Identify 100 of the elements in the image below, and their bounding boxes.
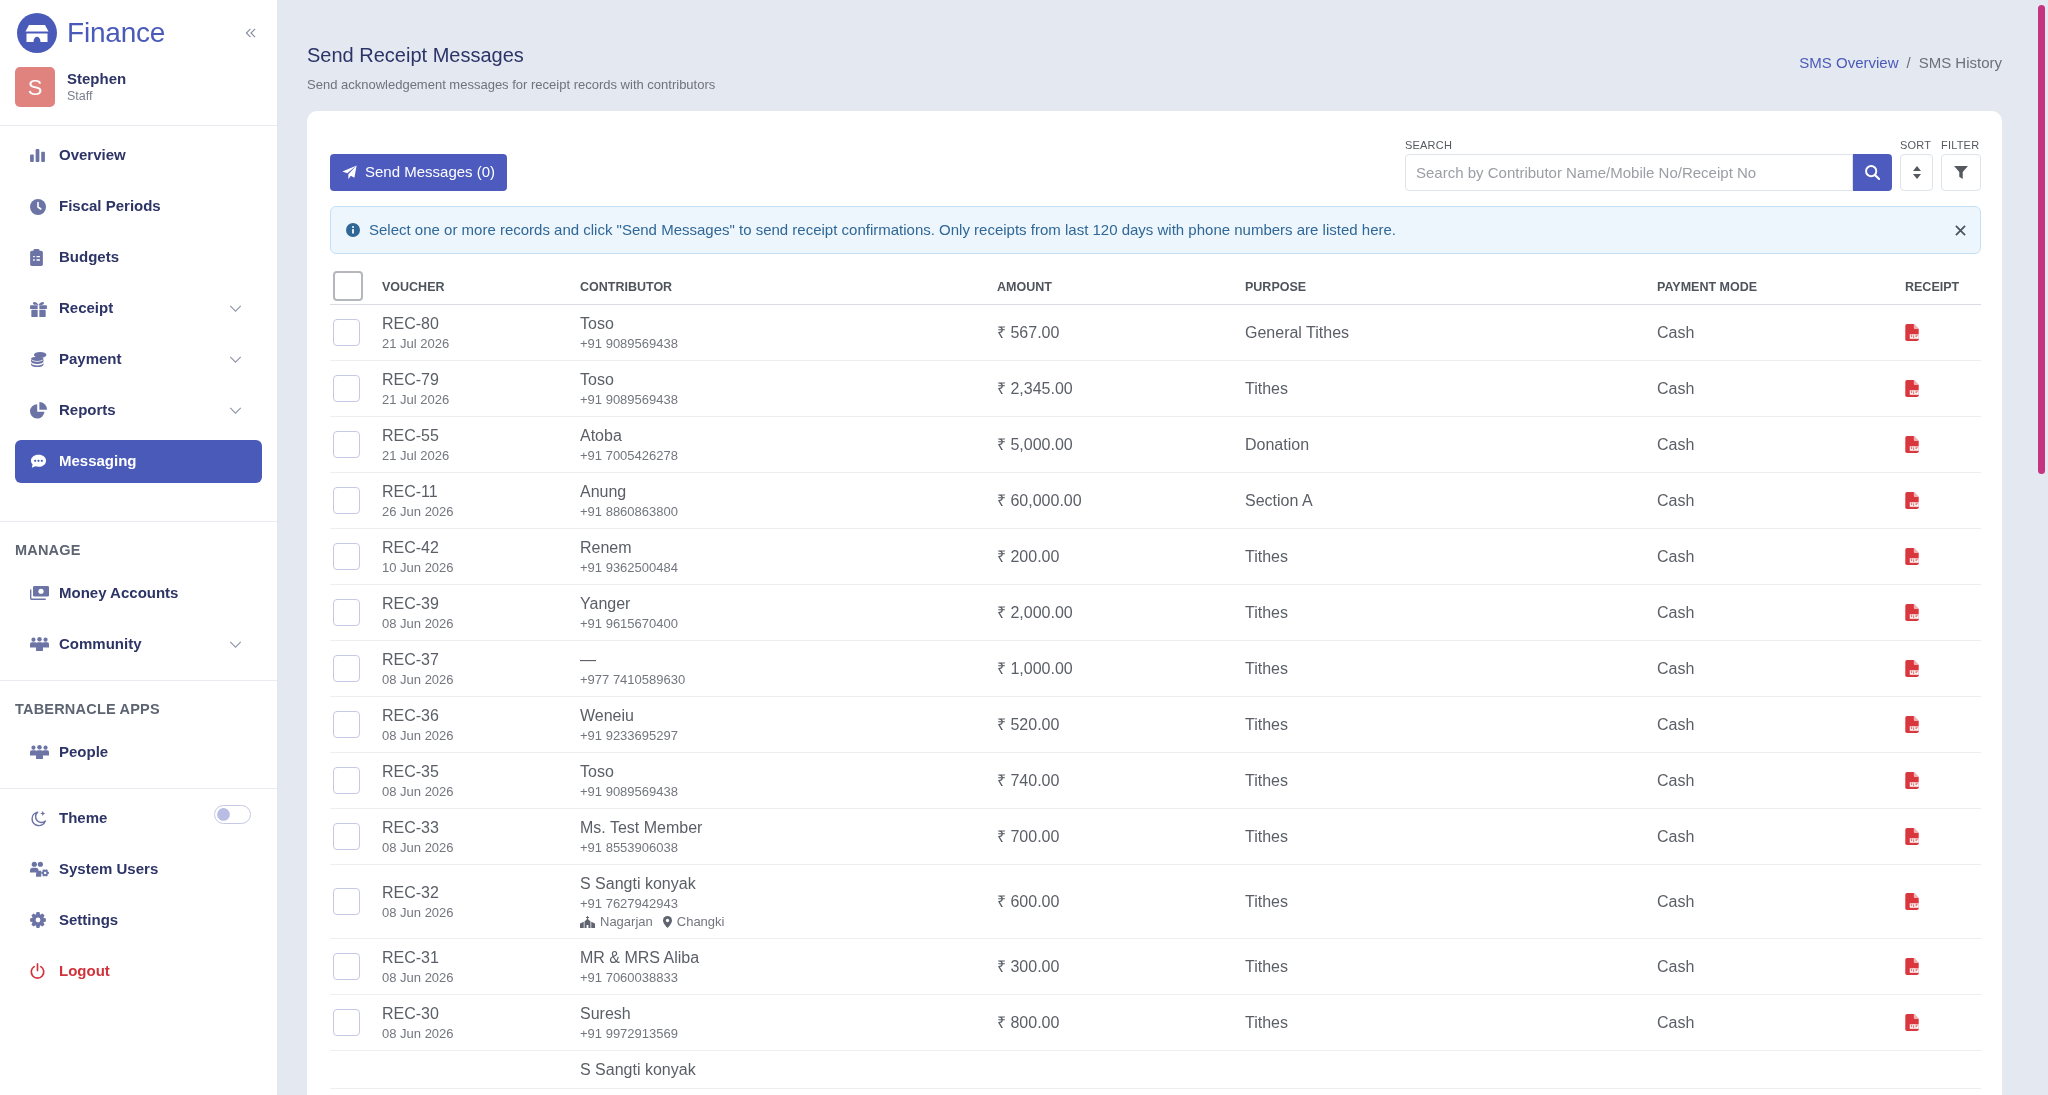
purpose: Tithes	[1245, 1013, 1288, 1031]
document-icon[interactable]	[1905, 324, 1919, 341]
nav-link[interactable]: Messaging	[15, 440, 262, 483]
sort-icon	[1912, 166, 1921, 179]
payment-mode: Cash	[1657, 827, 1695, 845]
purpose: Donation	[1245, 435, 1310, 453]
section-heading: TABERNACLE APPS	[14, 699, 161, 719]
document-icon[interactable]	[1905, 604, 1919, 621]
document-icon[interactable]	[1905, 492, 1919, 509]
voucher-number: REC-42	[382, 537, 440, 558]
document-icon[interactable]	[1905, 893, 1919, 910]
breadcrumb-separator: /	[1906, 53, 1911, 73]
payment-mode: Cash	[1657, 1013, 1695, 1031]
nav-link[interactable]: Receipt	[15, 287, 262, 330]
breadcrumb-link[interactable]: SMS Overview	[1799, 52, 1899, 75]
nav-link[interactable]: Overview	[15, 134, 262, 177]
voucher-number: REC-39	[382, 593, 440, 614]
row-checkbox[interactable]	[333, 888, 360, 915]
map-pin-icon	[662, 915, 672, 928]
filter-button[interactable]	[1941, 154, 1981, 191]
building-icon	[580, 915, 595, 928]
search-button[interactable]	[1853, 154, 1892, 191]
voucher-number: REC-32	[382, 882, 440, 903]
voucher-date: 08 Jun 2026	[382, 614, 455, 633]
scrollbar-thumb[interactable]	[2038, 5, 2045, 474]
contributor-phone: +91 9089569438	[580, 390, 679, 409]
document-icon[interactable]	[1905, 548, 1919, 565]
column-header: AMOUNT	[997, 280, 1052, 294]
row-checkbox[interactable]	[333, 487, 360, 514]
theme-toggle[interactable]	[214, 805, 251, 824]
contributor-name: Anung	[580, 481, 628, 502]
document-icon[interactable]	[1905, 716, 1919, 733]
voucher-date: 21 Jul 2026	[382, 334, 451, 353]
row-checkbox[interactable]	[333, 375, 360, 402]
payment-mode: Cash	[1657, 771, 1695, 789]
page-title: Send Receipt Messages	[307, 43, 525, 68]
chat-bubble-icon	[30, 454, 47, 469]
amount: ₹ 2,345.00	[997, 379, 1073, 397]
column-header: PURPOSE	[1245, 280, 1307, 294]
document-icon[interactable]	[1905, 772, 1919, 789]
row-checkbox[interactable]	[333, 543, 360, 570]
purpose: Tithes	[1245, 957, 1288, 975]
purpose: Tithes	[1245, 892, 1288, 910]
contributor-phone: +91 9615670400	[580, 614, 679, 633]
nav-link[interactable]: People	[15, 730, 262, 774]
document-icon[interactable]	[1905, 660, 1919, 677]
row-checkbox[interactable]	[333, 431, 360, 458]
voucher-number: REC-35	[382, 761, 440, 782]
pie-chart-icon	[30, 402, 47, 419]
contributor-name: Suresh	[580, 1003, 632, 1024]
collapse-sidebar-button[interactable]	[245, 28, 256, 38]
brand-name: Finance	[67, 19, 166, 47]
contributor-phone: +91 7005426278	[580, 446, 679, 465]
filter-icon	[1954, 166, 1968, 179]
amount: ₹ 740.00	[997, 771, 1060, 789]
row-checkbox[interactable]	[333, 767, 360, 794]
contributor-name: MR & MRS Aliba	[580, 947, 701, 968]
select-all-checkbox[interactable]	[333, 271, 363, 301]
document-icon[interactable]	[1905, 958, 1919, 975]
row-checkbox[interactable]	[333, 711, 360, 738]
bar-chart-icon	[30, 149, 45, 162]
nav-link[interactable]: Reports	[15, 389, 262, 432]
user-avatar: S	[15, 67, 55, 107]
voucher-date: 26 Jun 2026	[382, 502, 455, 521]
row-checkbox[interactable]	[333, 953, 360, 980]
nav-link[interactable]: Community	[15, 622, 262, 666]
sort-button[interactable]	[1900, 154, 1933, 191]
close-button[interactable]	[1955, 224, 1966, 236]
row-checkbox[interactable]	[333, 599, 360, 626]
document-icon[interactable]	[1905, 380, 1919, 397]
amount: ₹ 300.00	[997, 957, 1060, 975]
nav-link[interactable]: Payment	[15, 338, 262, 381]
payment-mode: Cash	[1657, 659, 1695, 677]
column-header: CONTRIBUTOR	[580, 280, 673, 294]
nav-link[interactable]: Budgets	[15, 236, 262, 279]
document-icon[interactable]	[1905, 828, 1919, 845]
nav-link[interactable]: Money Accounts	[15, 571, 262, 615]
payment-mode: Cash	[1657, 379, 1695, 397]
theme-label: Theme	[59, 807, 108, 828]
document-icon[interactable]	[1905, 1014, 1919, 1031]
nav-link[interactable]: Settings	[15, 898, 262, 942]
voucher-date: 08 Jun 2026	[382, 968, 455, 987]
payment-mode: Cash	[1657, 491, 1695, 509]
document-icon[interactable]	[1905, 436, 1919, 453]
payment-mode: Cash	[1657, 323, 1695, 341]
search-field[interactable]: Search by Contributor Name/Mobile No/Receipt No	[1405, 154, 1853, 191]
row-checkbox[interactable]	[333, 823, 360, 850]
row-checkbox[interactable]	[333, 655, 360, 682]
send-messages-button[interactable]: Send Messages (0)	[330, 154, 508, 191]
row-checkbox[interactable]	[333, 319, 360, 346]
contributor-name: Toso	[580, 369, 615, 390]
nav-link[interactable]: System Users	[15, 847, 262, 891]
amount: ₹ 800.00	[997, 1013, 1060, 1031]
column-header: VOUCHER	[382, 280, 445, 294]
logout-link[interactable]: Logout	[15, 949, 262, 993]
contributor-phone: +91 8553906038	[580, 838, 679, 857]
nav-link[interactable]: Fiscal Periods	[15, 185, 262, 228]
contributor-name: Ms. Test Member	[580, 817, 704, 838]
row-checkbox[interactable]	[333, 1009, 360, 1036]
voucher-date: 21 Jul 2026	[382, 446, 451, 465]
